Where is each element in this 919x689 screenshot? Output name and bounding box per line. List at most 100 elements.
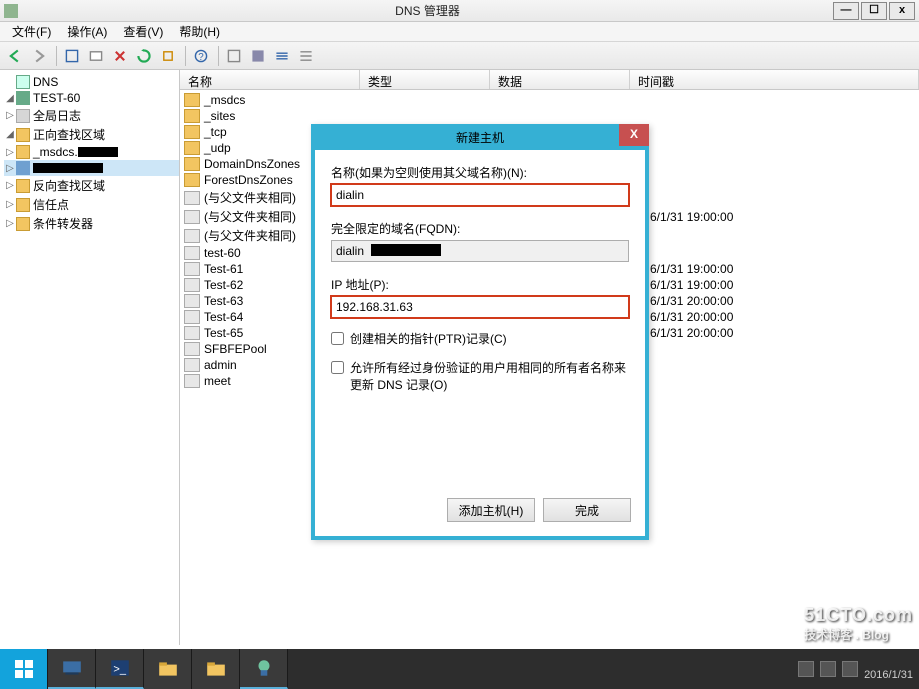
dialog-close-button[interactable]: X	[619, 124, 649, 146]
menu-help[interactable]: 帮助(H)	[171, 21, 228, 42]
new-host-dialog: 新建主机 X 名称(如果为空则使用其父域名称)(N): 完全限定的域名(FQDN…	[311, 124, 649, 540]
tree-label: DNS	[33, 75, 58, 89]
toolbar-btn-refresh[interactable]	[133, 45, 155, 67]
item-timestamp: 6/1/31 19:00:00	[650, 210, 733, 224]
redacted	[371, 244, 441, 256]
host-icon	[184, 358, 200, 372]
host-icon	[184, 210, 200, 224]
tree-global-log[interactable]: ▷全局日志	[4, 106, 179, 125]
folder-icon	[16, 179, 30, 193]
tree-label: _msdcs.	[33, 145, 78, 159]
ip-input[interactable]	[331, 296, 629, 318]
menu-action[interactable]: 操作(A)	[59, 21, 115, 42]
tree-label: 反向查找区域	[33, 177, 105, 194]
ip-label: IP 地址(P):	[331, 276, 629, 293]
tray-network-icon[interactable]	[820, 661, 836, 677]
toolbar-btn-filter2[interactable]	[247, 45, 269, 67]
item-timestamp: 6/1/31 20:00:00	[650, 294, 733, 308]
col-name[interactable]: 名称	[180, 70, 360, 89]
tree-zone-selected[interactable]: ▷	[4, 160, 179, 176]
tree-msdcs-zone[interactable]: ▷_msdcs.	[4, 144, 179, 160]
task-server-manager[interactable]	[48, 649, 96, 689]
col-timestamp[interactable]: 时间戳	[630, 70, 919, 89]
folder-icon	[184, 157, 200, 171]
tree-label: 信任点	[33, 196, 69, 213]
folder-icon	[16, 109, 30, 123]
folder-icon	[184, 93, 200, 107]
maximize-button[interactable]: ☐	[861, 2, 887, 20]
dialog-body: 名称(如果为空则使用其父域名称)(N): 完全限定的域名(FQDN): IP 地…	[315, 150, 645, 407]
tree-server[interactable]: ◢TEST-60	[4, 90, 179, 106]
column-header: 名称 类型 数据 时间戳	[180, 70, 919, 90]
item-timestamp: 6/1/31 20:00:00	[650, 326, 733, 340]
list-item[interactable]: _sites	[180, 108, 919, 124]
task-dns-manager[interactable]	[240, 649, 288, 689]
toolbar-btn-delete[interactable]	[109, 45, 131, 67]
menubar: 文件(F) 操作(A) 查看(V) 帮助(H)	[0, 22, 919, 42]
separator	[185, 46, 186, 66]
folder-icon	[184, 109, 200, 123]
col-data[interactable]: 数据	[490, 70, 630, 89]
window-controls: — ☐ x	[831, 2, 915, 20]
task-explorer-2[interactable]	[192, 649, 240, 689]
tree-label: 正向查找区域	[33, 126, 105, 143]
folder-icon	[184, 125, 200, 139]
forward-button[interactable]	[28, 45, 50, 67]
toolbar-btn-new[interactable]	[85, 45, 107, 67]
name-label: 名称(如果为空则使用其父域名称)(N):	[331, 164, 629, 181]
list-item[interactable]: _msdcs	[180, 92, 919, 108]
tree-label: TEST-60	[33, 91, 80, 105]
toolbar-btn-filter1[interactable]	[223, 45, 245, 67]
tray: 2016/1/31	[798, 649, 919, 689]
tree-cond-forwarders[interactable]: ▷条件转发器	[4, 214, 179, 233]
name-input[interactable]	[331, 184, 629, 206]
menu-file[interactable]: 文件(F)	[4, 21, 59, 42]
dialog-title: 新建主机	[311, 129, 649, 146]
tree-forward-zone[interactable]: ◢正向查找区域	[4, 125, 179, 144]
folder-icon	[184, 173, 200, 187]
watermark-sub: 技术博客 . Blog	[804, 626, 913, 643]
toolbar-btn-filter3[interactable]	[271, 45, 293, 67]
toolbar-btn-export[interactable]	[157, 45, 179, 67]
item-name: _sites	[204, 109, 364, 123]
allow-update-checkbox[interactable]	[331, 361, 344, 374]
svg-text:?: ?	[198, 52, 204, 63]
tree-trust-points[interactable]: ▷信任点	[4, 195, 179, 214]
menu-view[interactable]: 查看(V)	[115, 21, 171, 42]
window-title: DNS 管理器	[24, 2, 831, 19]
toolbar: ?	[0, 42, 919, 70]
host-icon	[184, 191, 200, 205]
tree-panel: DNS ◢TEST-60 ▷全局日志 ◢正向查找区域 ▷_msdcs. ▷ ▷反…	[0, 70, 180, 645]
separator	[56, 46, 57, 66]
add-host-button[interactable]: 添加主机(H)	[447, 498, 535, 522]
toolbar-btn-list[interactable]	[295, 45, 317, 67]
titlebar: DNS 管理器 — ☐ x	[0, 0, 919, 22]
tree-reverse-zone[interactable]: ▷反向查找区域	[4, 176, 179, 195]
toolbar-btn-1[interactable]	[61, 45, 83, 67]
folder-icon	[16, 161, 30, 175]
ptr-checkbox[interactable]	[331, 332, 344, 345]
app-icon	[4, 4, 18, 18]
dialog-titlebar[interactable]: 新建主机 X	[311, 124, 649, 150]
item-name: _msdcs	[204, 93, 364, 107]
tray-sound-icon[interactable]	[842, 661, 858, 677]
host-icon	[184, 310, 200, 324]
minimize-button[interactable]: —	[833, 2, 859, 20]
folder-icon	[16, 145, 30, 159]
task-powershell[interactable]: >_	[96, 649, 144, 689]
start-button[interactable]	[0, 649, 48, 689]
col-type[interactable]: 类型	[360, 70, 490, 89]
done-button[interactable]: 完成	[543, 498, 631, 522]
task-explorer[interactable]	[144, 649, 192, 689]
dns-icon	[16, 75, 30, 89]
close-button[interactable]: x	[889, 2, 915, 20]
tray-flag-icon[interactable]	[798, 661, 814, 677]
tree-dns-root[interactable]: DNS	[4, 74, 179, 90]
toolbar-btn-help[interactable]: ?	[190, 45, 212, 67]
folder-icon	[16, 198, 30, 212]
folder-icon	[184, 141, 200, 155]
back-button[interactable]	[4, 45, 26, 67]
server-icon	[16, 91, 30, 105]
item-timestamp: 6/1/31 19:00:00	[650, 262, 733, 276]
tray-clock[interactable]: 2016/1/31	[864, 656, 913, 682]
